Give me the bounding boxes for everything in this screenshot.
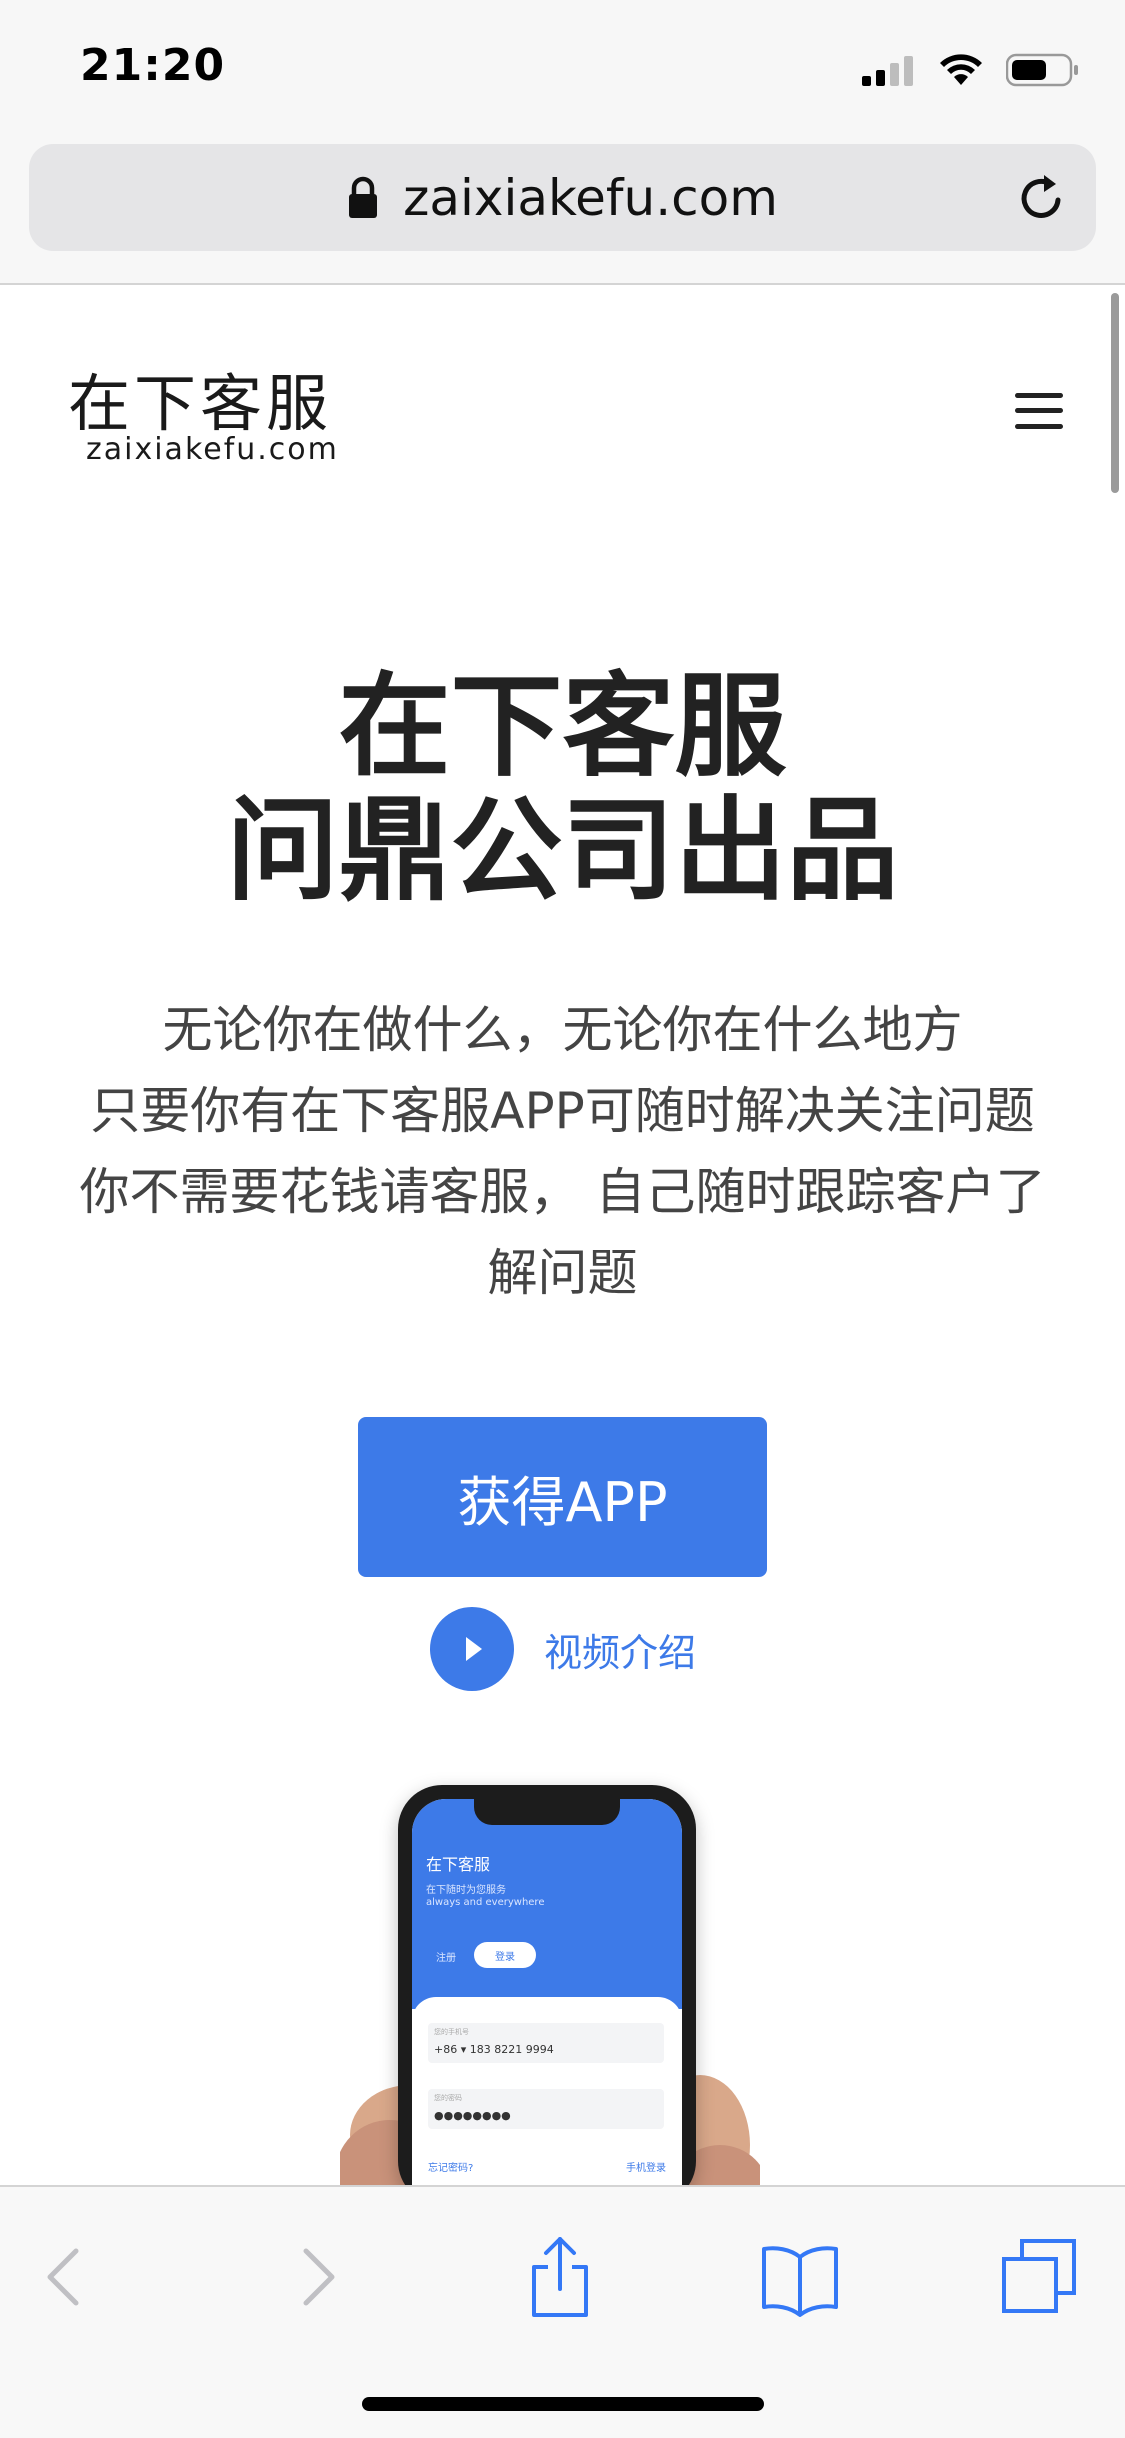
scroll-indicator: [1111, 293, 1119, 493]
back-icon[interactable]: [26, 2237, 106, 2317]
password-value: ●●●●●●●●: [434, 2109, 511, 2122]
browser-top-bar: 21:20 zaixiakefu.com: [0, 0, 1125, 285]
phone-app-header: 在下客服 在下随时为您服务 always and everywhere 注册 登…: [412, 1799, 682, 2009]
password-label: 您的密码: [434, 2094, 462, 2102]
tabs-icon[interactable]: [1000, 2237, 1080, 2317]
phone-number-value: +86 ▾ 183 8221 9994: [434, 2043, 554, 2056]
phone-mockup: 在下客服 在下随时为您服务 always and everywhere 注册 登…: [398, 1785, 696, 2185]
status-icons: [862, 48, 1080, 92]
status-time: 21:20: [80, 40, 226, 91]
phone-forgot-password: 忘记密码?: [428, 2163, 474, 2174]
share-icon[interactable]: [520, 2237, 600, 2317]
url-text: zaixiakefu.com: [403, 168, 778, 227]
phone-login-link: 手机登录: [626, 2163, 666, 2174]
address-bar-content: zaixiakefu.com: [29, 144, 1096, 251]
play-icon[interactable]: [430, 1607, 514, 1691]
phone-number-field: 您的手机号 +86 ▾ 183 8221 9994: [428, 2023, 664, 2063]
phone-notch: [474, 1799, 620, 1825]
phone-screen: 在下客服 在下随时为您服务 always and everywhere 注册 登…: [412, 1799, 682, 2185]
hero-desc-line3: 你不需要花钱请客服， 自己随时跟踪客户了: [79, 1163, 1046, 1221]
hamburger-menu-icon[interactable]: [1015, 393, 1063, 429]
cellular-signal-icon: [862, 56, 913, 86]
hero-title: 在下客服 问鼎公司出品: [0, 665, 1125, 913]
hero-desc-line4: 解问题: [487, 1244, 638, 1302]
address-bar[interactable]: zaixiakefu.com: [29, 144, 1096, 251]
logo-text-cn: 在下客服: [68, 367, 333, 440]
forward-icon[interactable]: [276, 2237, 356, 2317]
bookmarks-icon[interactable]: [760, 2237, 840, 2317]
logo-text-en: zaixiakefu.com: [86, 432, 339, 467]
hero-description: 无论你在做什么，无论你在什么地方 只要你有在下客服APP可随时解决关注问题 你不…: [30, 990, 1095, 1314]
phone-app-subtitle: 在下随时为您服务: [426, 1885, 506, 1896]
hero-desc-line2: 只要你有在下客服APP可随时解决关注问题: [90, 1082, 1035, 1140]
phone-tab-register: 注册: [436, 1953, 456, 1964]
reload-icon[interactable]: [1014, 170, 1070, 226]
web-page: 在下客服 zaixiakefu.com 在下客服 问鼎公司出品 无论你在做什么，…: [0, 285, 1125, 2185]
home-indicator[interactable]: [362, 2397, 764, 2411]
video-intro-link[interactable]: 视频介绍: [430, 1607, 696, 1691]
status-bar: 21:20: [0, 0, 1125, 140]
password-field: 您的密码 ●●●●●●●●: [428, 2089, 664, 2129]
phone-number-label: 您的手机号: [434, 2028, 469, 2036]
get-app-button[interactable]: 获得APP: [358, 1417, 767, 1577]
site-logo[interactable]: 在下客服 zaixiakefu.com: [68, 373, 368, 465]
menu-line: [1015, 424, 1063, 429]
phone-app-subtitle-en: always and everywhere: [426, 1897, 545, 1908]
phone-app-title: 在下客服: [426, 1855, 491, 1874]
phone-tab-login: 登录: [474, 1942, 536, 1968]
menu-line: [1015, 408, 1063, 413]
hero-title-line2: 问鼎公司出品: [226, 786, 899, 916]
menu-line: [1015, 393, 1063, 398]
video-intro-label[interactable]: 视频介绍: [544, 1622, 696, 1677]
hero-title-line1: 在下客服: [338, 662, 787, 792]
wifi-icon: [940, 54, 982, 85]
hero-desc-line1: 无论你在做什么，无论你在什么地方: [162, 1001, 963, 1059]
battery-icon: [1006, 53, 1078, 87]
lock-icon: [349, 176, 378, 218]
